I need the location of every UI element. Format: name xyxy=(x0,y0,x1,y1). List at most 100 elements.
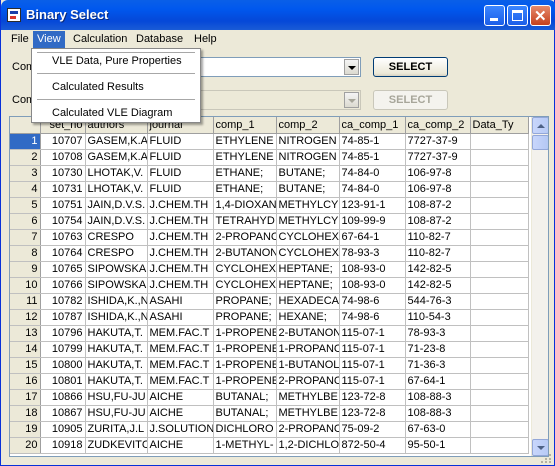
table-cell[interactable]: 75-09-2 xyxy=(339,421,406,438)
table-cell[interactable]: CYCLOHEX xyxy=(276,229,340,246)
table-cell[interactable]: HEPTANE; xyxy=(276,261,340,278)
table-row[interactable]: 12 10787 ISHIDA,K.,N ASAHI PROPANE; HEXANE; 74… xyxy=(10,309,529,326)
table-cell[interactable]: 2-PROPANC xyxy=(276,373,340,390)
table-cell[interactable] xyxy=(470,213,529,230)
table-cell[interactable]: ZURITA,J.L xyxy=(85,421,148,438)
table-cell[interactable]: ETHANE; xyxy=(213,181,277,198)
table-cell[interactable] xyxy=(470,341,529,358)
table-cell[interactable]: 10918 xyxy=(40,437,86,454)
resize-grip-icon[interactable] xyxy=(540,453,552,463)
table-cell[interactable]: 10731 xyxy=(40,181,86,198)
table-cell[interactable]: BUTANAL; xyxy=(213,389,277,406)
table-cell[interactable]: HAKUTA,T. xyxy=(85,357,148,374)
menu-file[interactable]: File xyxy=(7,31,33,48)
scroll-thumb[interactable] xyxy=(532,135,548,150)
table-cell[interactable]: ETHANE; xyxy=(213,165,277,182)
row-number[interactable]: 2 xyxy=(10,149,41,166)
table-cell[interactable]: JAIN,D.V.S. xyxy=(85,197,148,214)
table-cell[interactable]: 10751 xyxy=(40,197,86,214)
table-cell[interactable]: 110-82-7 xyxy=(405,229,471,246)
table-cell[interactable]: FLUID xyxy=(147,181,214,198)
table-row[interactable]: 7 10763 CRESPO J.CHEM.TH 2-PROPANC CYCLOHEX 67… xyxy=(10,229,529,246)
table-cell[interactable]: 10866 xyxy=(40,389,86,406)
table-cell[interactable]: FLUID xyxy=(147,149,214,166)
table-cell[interactable]: 2-BUTANON xyxy=(276,325,340,342)
table-cell[interactable]: ZUDKEVITC xyxy=(85,437,148,454)
row-number[interactable]: 18 xyxy=(10,405,41,422)
column-header[interactable]: Data_Ty xyxy=(470,117,529,134)
select-button[interactable]: SELECT xyxy=(373,57,448,77)
table-cell[interactable]: 544-76-3 xyxy=(405,293,471,310)
table-cell[interactable]: J.CHEM.TH xyxy=(147,229,214,246)
row-number[interactable]: 16 xyxy=(10,373,41,390)
data-grid[interactable]: set_no authors journal comp_1 comp_2 ca_comp_… xyxy=(9,116,549,457)
table-cell[interactable]: ASAHI xyxy=(147,293,214,310)
table-cell[interactable]: 10796 xyxy=(40,325,86,342)
table-cell[interactable]: 10867 xyxy=(40,405,86,422)
table-cell[interactable]: J.CHEM.TH xyxy=(147,197,214,214)
table-cell[interactable]: 115-07-1 xyxy=(339,341,406,358)
table-row[interactable]: 3 10730 LHOTAK,V. FLUID ETHANE; BUTANE; 74-84-… xyxy=(10,165,529,182)
table-cell[interactable] xyxy=(470,165,529,182)
row-number[interactable]: 17 xyxy=(10,389,41,406)
table-cell[interactable]: HSU,FU-JU xyxy=(85,389,148,406)
table-cell[interactable]: 1-PROPENE xyxy=(213,357,277,374)
component-2-combo[interactable] xyxy=(191,90,361,110)
row-number[interactable]: 20 xyxy=(10,437,41,454)
table-cell[interactable] xyxy=(470,261,529,278)
column-header[interactable]: comp_1 xyxy=(213,117,277,134)
table-cell[interactable]: 108-87-2 xyxy=(405,213,471,230)
table-cell[interactable]: 10800 xyxy=(40,357,86,374)
row-number[interactable]: 4 xyxy=(10,181,41,198)
table-row[interactable]: 5 10751 JAIN,D.V.S. J.CHEM.TH 1,4-DIOXAN METH… xyxy=(10,197,529,214)
table-cell[interactable]: 10708 xyxy=(40,149,86,166)
table-cell[interactable]: 74-85-1 xyxy=(339,133,406,150)
table-cell[interactable]: 142-82-5 xyxy=(405,261,471,278)
table-cell[interactable] xyxy=(470,133,529,150)
table-cell[interactable]: HAKUTA,T. xyxy=(85,373,148,390)
table-row[interactable]: 8 10764 CRESPO J.CHEM.TH 2-BUTANON CYCLOHEX 78… xyxy=(10,245,529,262)
table-cell[interactable]: BUTANAL; xyxy=(213,405,277,422)
table-cell[interactable]: 1-PROPENE xyxy=(213,341,277,358)
table-cell[interactable] xyxy=(470,245,529,262)
menu-help[interactable]: Help xyxy=(190,31,221,48)
table-cell[interactable]: 123-91-1 xyxy=(339,197,406,214)
table-cell[interactable]: 108-88-3 xyxy=(405,389,471,406)
table-cell[interactable]: HAKUTA,T. xyxy=(85,325,148,342)
app-icon[interactable] xyxy=(7,8,21,22)
column-header[interactable]: ca_comp_2 xyxy=(405,117,471,134)
table-cell[interactable]: 71-36-3 xyxy=(405,357,471,374)
table-cell[interactable]: AICHE xyxy=(147,437,214,454)
table-row[interactable]: 16 10801 HAKUTA,T. MEM.FAC.T 1-PROPENE 2-PROP… xyxy=(10,373,529,390)
table-cell[interactable] xyxy=(470,373,529,390)
table-cell[interactable]: 95-50-1 xyxy=(405,437,471,454)
menu-database[interactable]: Database xyxy=(132,31,187,48)
table-cell[interactable] xyxy=(470,437,529,454)
table-row[interactable]: 11 10782 ISHIDA,K.,N ASAHI PROPANE; HEXADECA 7… xyxy=(10,293,529,310)
table-cell[interactable] xyxy=(470,229,529,246)
column-header[interactable]: ca_comp_1 xyxy=(339,117,406,134)
table-cell[interactable]: 142-82-5 xyxy=(405,277,471,294)
table-row[interactable]: 17 10866 HSU,FU-JU AICHE BUTANAL; METHYLBE 123… xyxy=(10,389,529,406)
row-number[interactable]: 13 xyxy=(10,325,41,342)
table-cell[interactable]: 123-72-8 xyxy=(339,389,406,406)
table-cell[interactable]: 123-72-8 xyxy=(339,405,406,422)
menu-view[interactable]: View xyxy=(33,31,65,48)
table-cell[interactable]: JAIN,D.V.S. xyxy=(85,213,148,230)
row-number[interactable]: 6 xyxy=(10,213,41,230)
chevron-down-icon[interactable] xyxy=(344,59,359,75)
table-cell[interactable]: HAKUTA,T. xyxy=(85,341,148,358)
table-cell[interactable] xyxy=(470,181,529,198)
table-cell[interactable]: 1-BUTANOL xyxy=(276,357,340,374)
table-cell[interactable]: 1,4-DIOXAN xyxy=(213,197,277,214)
table-cell[interactable]: FLUID xyxy=(147,133,214,150)
table-cell[interactable]: 1,2-DICHLO xyxy=(276,437,340,454)
table-cell[interactable] xyxy=(470,149,529,166)
table-cell[interactable]: 110-82-7 xyxy=(405,245,471,262)
table-cell[interactable]: BUTANE; xyxy=(276,165,340,182)
table-cell[interactable]: DICHLORO xyxy=(213,421,277,438)
table-cell[interactable]: 106-97-8 xyxy=(405,181,471,198)
table-cell[interactable]: 10765 xyxy=(40,261,86,278)
table-cell[interactable]: METHYLCY xyxy=(276,197,340,214)
table-cell[interactable]: 74-98-6 xyxy=(339,293,406,310)
